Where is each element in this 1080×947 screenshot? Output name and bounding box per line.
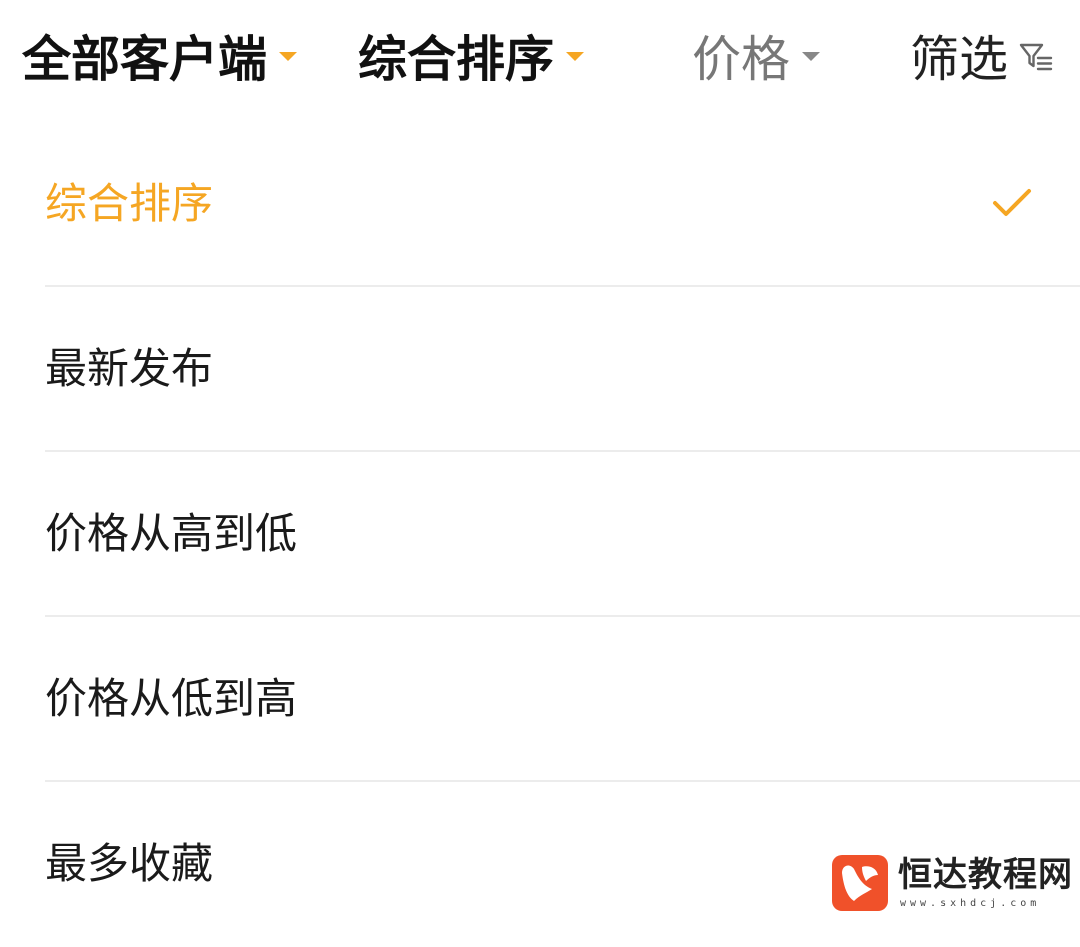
sort-option-label: 综合排序 — [45, 179, 214, 228]
check-icon — [993, 189, 1031, 216]
tab-sort[interactable]: 综合排序 — [358, 28, 585, 92]
funnel-icon — [1019, 43, 1053, 71]
watermark: 恒达教程网 www.sxhdcj.com — [832, 855, 1072, 913]
caret-down-icon — [802, 51, 821, 61]
sort-option-label: 最新发布 — [45, 344, 214, 393]
caret-down-icon — [279, 51, 298, 61]
tab-filter-label: 筛选 — [910, 31, 1009, 88]
tab-price-label: 价格 — [692, 31, 791, 88]
tab-filter[interactable]: 筛选 — [910, 28, 1054, 92]
tab-sort-label: 综合排序 — [358, 31, 555, 88]
sort-option-comprehensive[interactable]: 综合排序 — [45, 122, 1080, 287]
sort-option-label: 价格从低到高 — [45, 674, 298, 723]
watermark-subtext: www.sxhdcj.com — [900, 898, 1041, 909]
caret-down-icon — [566, 51, 585, 61]
sort-option-newest[interactable]: 最新发布 — [45, 287, 1080, 452]
heart-fish-logo-icon — [832, 855, 888, 911]
watermark-text: 恒达教程网 — [898, 855, 1073, 895]
sort-option-label: 最多收藏 — [45, 839, 214, 888]
sort-option-price-low-high[interactable]: 价格从低到高 — [45, 617, 1080, 782]
filter-bar: 全部客户端 综合排序 价格 筛选 — [0, 0, 1080, 122]
sort-option-label: 价格从高到低 — [45, 509, 298, 558]
tab-all-clients-label: 全部客户端 — [22, 31, 268, 88]
sort-option-price-high-low[interactable]: 价格从高到低 — [45, 452, 1080, 617]
tab-price[interactable]: 价格 — [692, 28, 821, 92]
sort-options-list: 综合排序 最新发布 价格从高到低 价格从低到高 最多收藏 — [0, 122, 1080, 947]
tab-all-clients[interactable]: 全部客户端 — [22, 28, 298, 92]
